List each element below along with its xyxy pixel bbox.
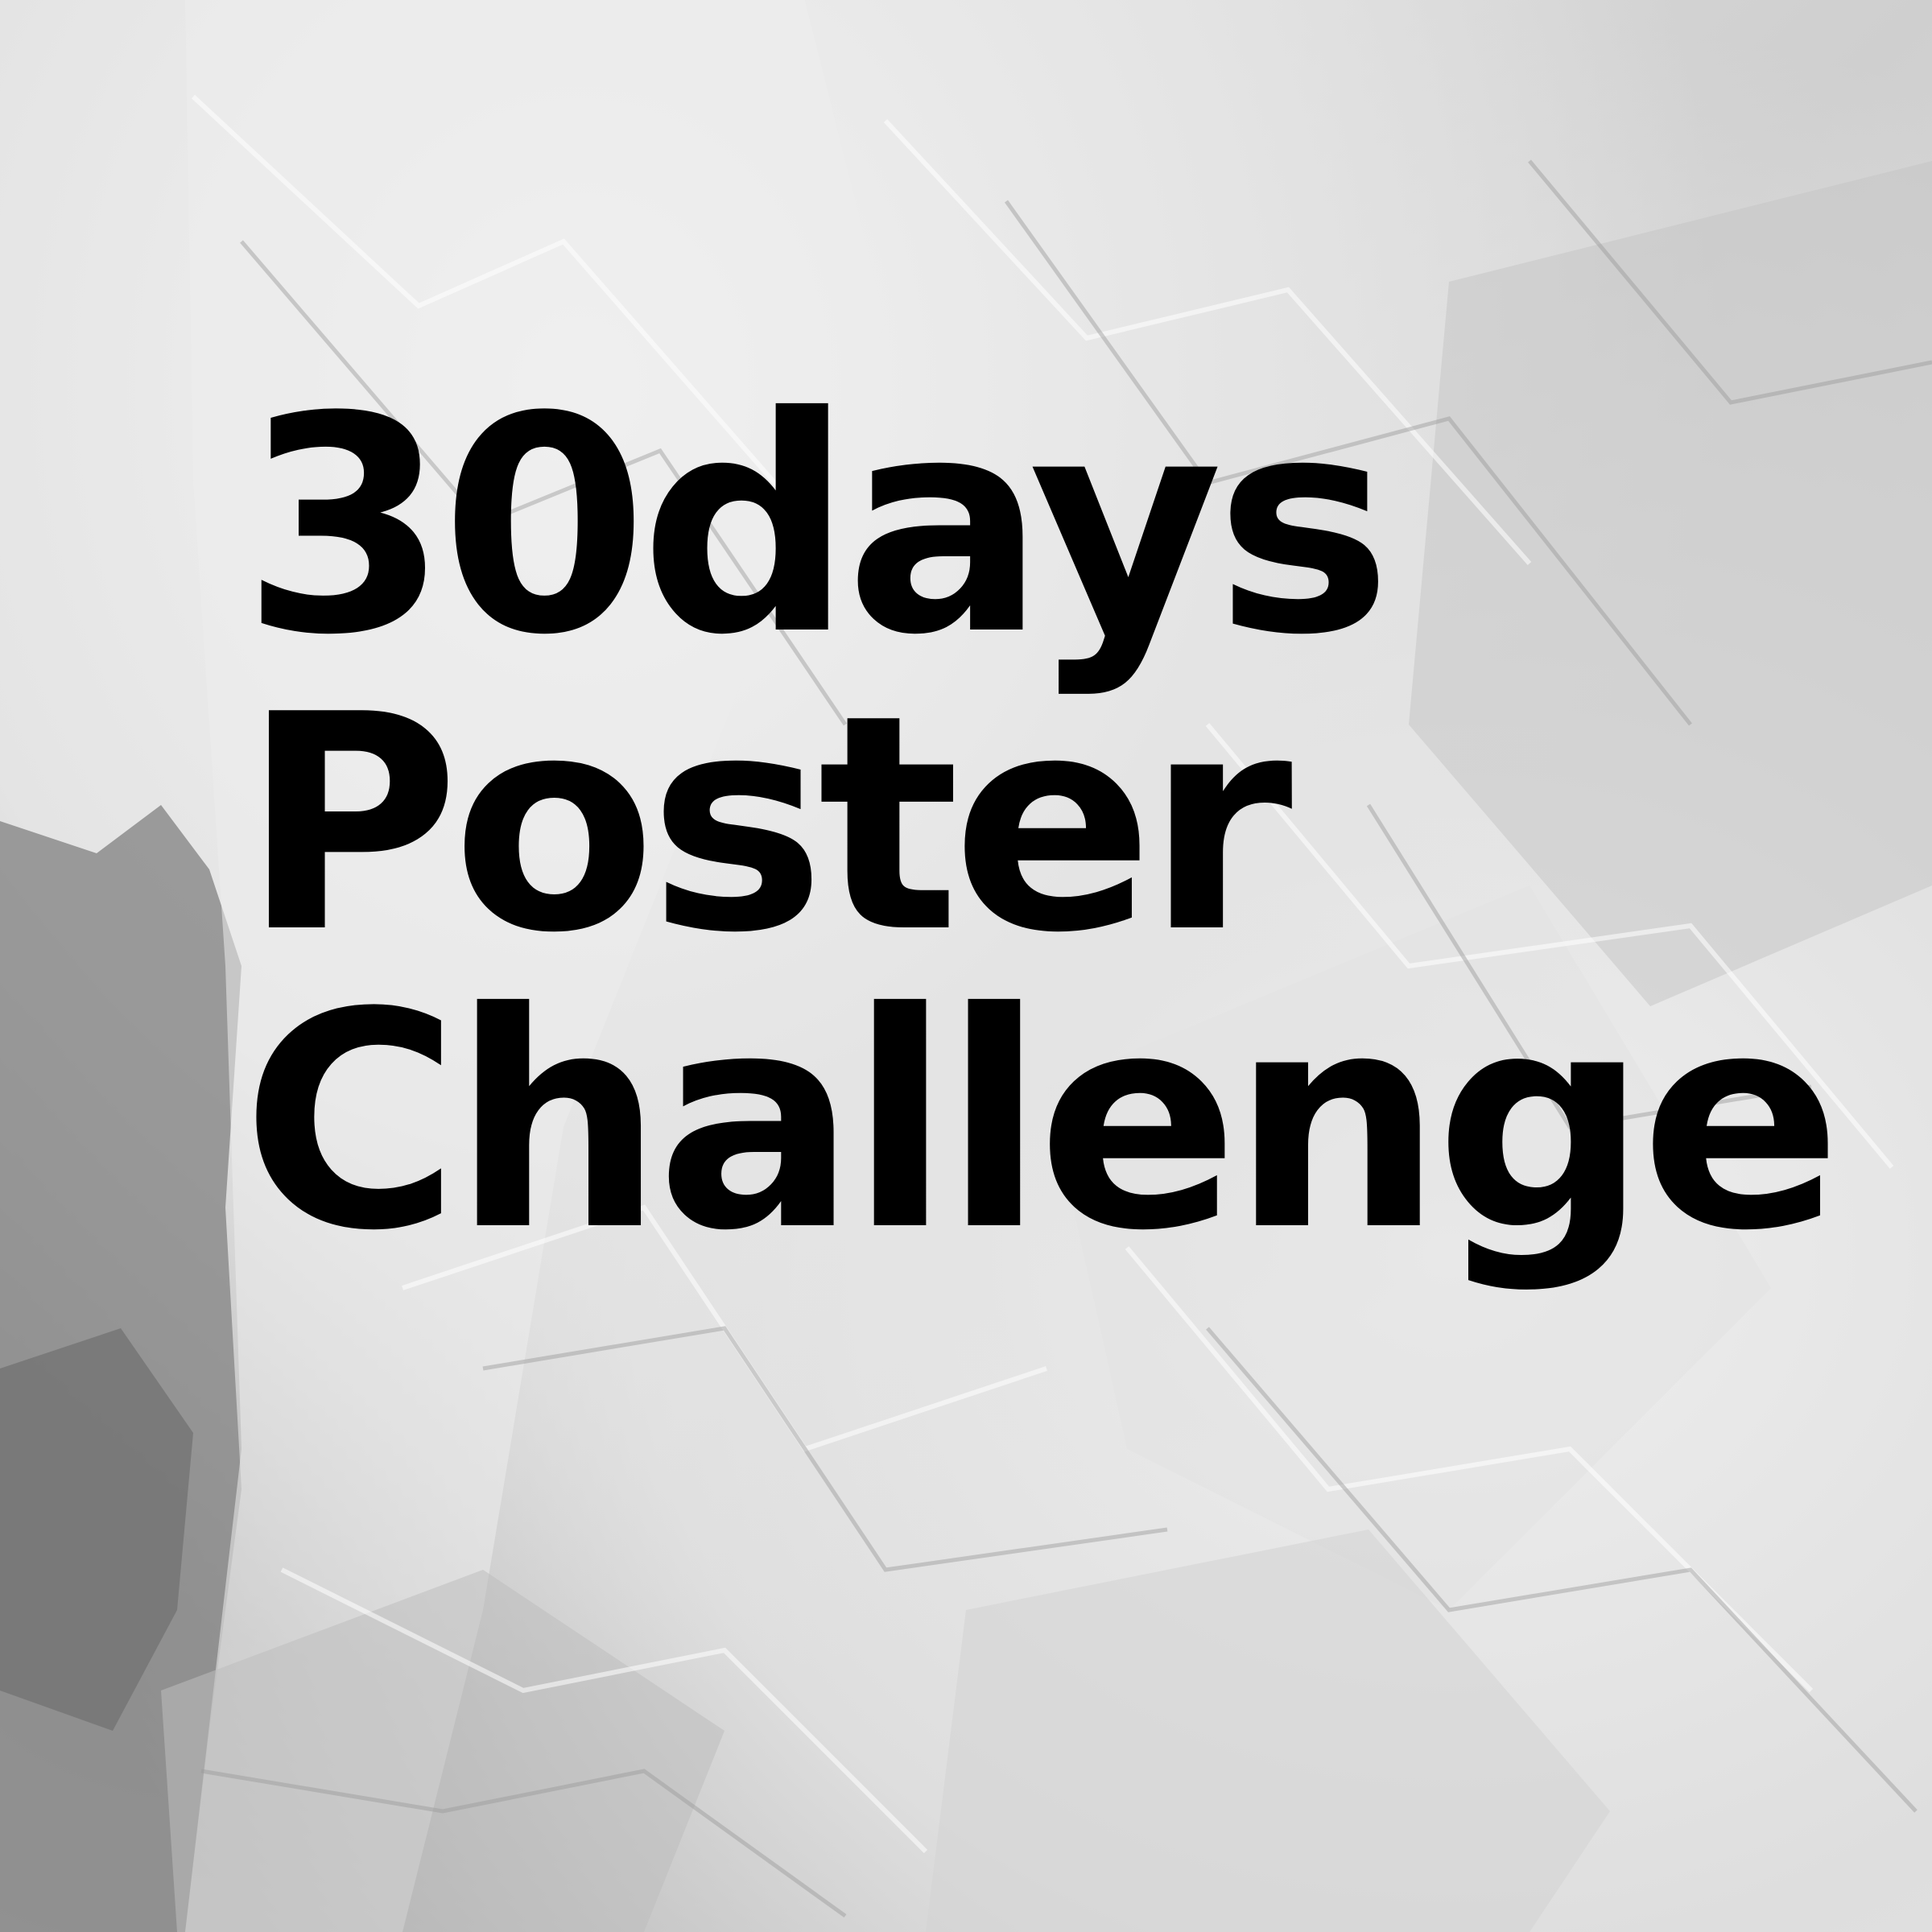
headline-line-2: Poster xyxy=(242,652,1293,998)
headline-line-1: 30days xyxy=(242,354,1392,700)
headline-line-3: Challenge xyxy=(242,950,1842,1296)
poster-headline: 30days Poster Challenge xyxy=(242,354,1842,1296)
poster-canvas: 30days Poster Challenge xyxy=(0,0,1932,1932)
